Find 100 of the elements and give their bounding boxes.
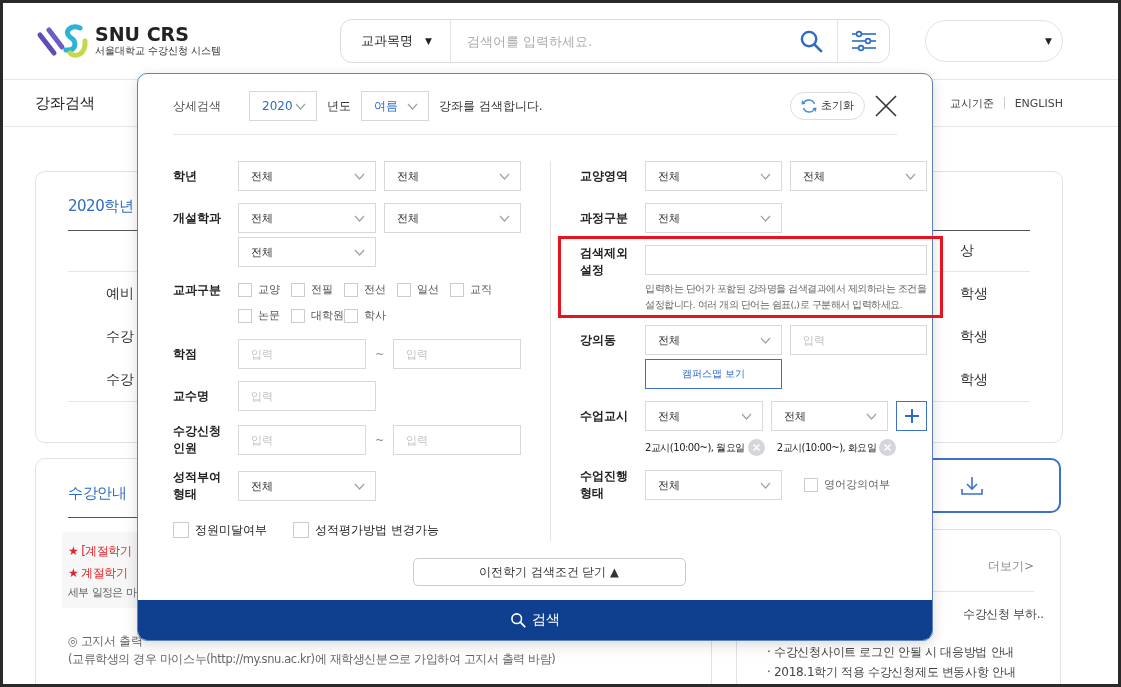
- select-dropdown[interactable]: 전체: [645, 161, 782, 191]
- input-field[interactable]: [645, 245, 927, 275]
- select-dropdown[interactable]: 전체: [770, 401, 888, 431]
- search-scope-dropdown[interactable]: 교과목명 ▼: [341, 20, 451, 62]
- field-label: 학년: [173, 167, 198, 185]
- notice-link[interactable]: · 2018.1학기 적용 수강신청제도 변동사항 안내: [767, 662, 1016, 682]
- chevron-icon: [740, 412, 752, 420]
- checkbox[interactable]: 성적평가방법 변경가능: [293, 519, 439, 541]
- nav-tab[interactable]: 강좌검색: [35, 93, 95, 113]
- range-separator: ~: [374, 347, 385, 361]
- notice-link[interactable]: · 수강신청사이트 로그인 안될 시 대응방법 안내: [767, 642, 1014, 662]
- select-dropdown[interactable]: 전체: [383, 161, 521, 191]
- chevron-icon: [353, 248, 365, 256]
- select-dropdown[interactable]: 전체: [645, 203, 782, 233]
- search-icon[interactable]: [799, 29, 823, 53]
- header-link[interactable]: ENGLISH: [1014, 96, 1063, 110]
- selected-period: 2교시(10:00~), 월요일: [645, 440, 745, 455]
- logo-icon: [35, 22, 89, 60]
- chevron-icon: [295, 102, 306, 110]
- chevron-icon: [407, 102, 418, 110]
- field-label: 교양영역: [580, 167, 629, 185]
- checkbox[interactable]: 전선: [344, 279, 397, 301]
- field-label: 수업진행 형태: [580, 468, 629, 502]
- download-icon: [961, 475, 983, 496]
- chevron-icon: [499, 172, 510, 180]
- checkbox[interactable]: 영어강의여부: [804, 474, 890, 496]
- checkbox[interactable]: 전필: [291, 279, 344, 301]
- logo-subtitle: 서울대학교 수강신청 시스템: [95, 44, 222, 59]
- notice-link[interactable]: 수강신청 부하..: [963, 604, 1044, 624]
- sliders-icon: [850, 30, 877, 52]
- select-dropdown[interactable]: 전체: [238, 471, 376, 501]
- collapse-button[interactable]: 이전학기 검색조건 닫기 ▲: [412, 558, 686, 586]
- field-label: 교수명: [173, 387, 210, 405]
- selected-period: 2교시(10:00~), 화요일: [776, 440, 877, 455]
- plus-icon: [904, 409, 919, 423]
- field-label: 교과구분: [173, 281, 222, 299]
- panel-title: 상세검색: [173, 97, 221, 115]
- search-sentence: 강좌를 검색합니다.: [439, 97, 543, 115]
- field-label: 수강신청 인원: [173, 423, 222, 457]
- chevron-icon: [760, 172, 771, 180]
- add-button[interactable]: [896, 401, 927, 431]
- field-label: 검색제외 설정: [580, 245, 629, 279]
- field-label: 학점: [173, 345, 198, 363]
- more-link[interactable]: 더보기>: [987, 559, 1034, 573]
- user-menu-dropdown[interactable]: ▼: [925, 20, 1063, 62]
- range-separator: ~: [374, 433, 385, 447]
- select-dropdown[interactable]: 전체: [645, 470, 782, 500]
- close-icon: [875, 95, 897, 117]
- logo-title: SNU CRS: [95, 23, 190, 45]
- close-button[interactable]: [875, 95, 897, 117]
- table-cell: 수강: [106, 327, 134, 346]
- search-field[interactable]: 검색어를 입력하세요.: [450, 20, 785, 62]
- alert-text: ★ 계절학기: [68, 565, 128, 582]
- select-dropdown[interactable]: 전체: [238, 203, 376, 233]
- notice-text: 세부 일정은 마: [68, 585, 138, 601]
- checkbox[interactable]: 교직: [450, 279, 503, 301]
- table-cell-text: 학생: [960, 370, 989, 389]
- chevron-icon: [353, 482, 365, 490]
- field-label: 성적부여 형태: [173, 469, 222, 503]
- table-cell-text: 학생: [960, 327, 989, 346]
- field-label: 강의동: [580, 331, 617, 349]
- checkbox[interactable]: 정원미달여부: [173, 519, 267, 541]
- field-label: 과정구분: [580, 209, 629, 227]
- table-cell-text: 학생: [960, 284, 989, 303]
- checkbox[interactable]: 논문: [238, 305, 291, 327]
- select-dropdown[interactable]: 전체: [645, 401, 763, 431]
- chevron-icon: [353, 214, 365, 222]
- select-dropdown[interactable]: 전체: [238, 237, 376, 267]
- card-title: 2020학년: [68, 197, 134, 215]
- field-label: 수업교시: [580, 407, 629, 425]
- search-bar[interactable]: 교과목명 ▼ 검색어를 입력하세요.: [340, 19, 890, 63]
- year-label: 년도: [327, 97, 351, 115]
- chevron-icon: [760, 214, 771, 222]
- checkbox[interactable]: 교양: [238, 279, 291, 301]
- chevron-icon: [760, 336, 771, 344]
- chevron-icon: [760, 481, 771, 489]
- select-dropdown[interactable]: 전체: [790, 161, 927, 191]
- search-icon[interactable]: [510, 612, 526, 628]
- card-title: 수강안내: [68, 484, 126, 502]
- checkbox[interactable]: 일선: [397, 279, 450, 301]
- chevron-icon: [905, 172, 916, 180]
- help-text: 입력하는 단어가 포함된 강좌명을 검색결과에서 제외하라는 조건을 설정합니다. 여러 개의 단어는 쉼표(,)로 구분해서 입력하세요.: [645, 282, 927, 312]
- notice-text: (교류학생의 경우 마이스누(http://my.snu.ac.kr)에 재학생신분으로 가입하여 고지서 출력 바람): [68, 651, 557, 668]
- table-cell: 수강: [106, 370, 134, 389]
- select-dropdown[interactable]: 전체: [383, 203, 521, 233]
- reset-button[interactable]: 초기화: [790, 92, 865, 120]
- select-dropdown[interactable]: 여름: [361, 91, 429, 121]
- chevron-icon: [499, 214, 510, 222]
- field-label: 개설학과: [173, 209, 222, 227]
- select-dropdown[interactable]: 2020: [249, 91, 317, 121]
- table-cell: 예비: [106, 284, 134, 303]
- campus-map-button[interactable]: 캠퍼스맵 보기: [645, 359, 782, 389]
- column-header: 상: [960, 242, 975, 260]
- refresh-icon: [801, 98, 817, 114]
- checkbox[interactable]: 대학원: [291, 305, 344, 327]
- chevron-icon: [866, 412, 877, 420]
- header-link[interactable]: 교시기준: [949, 95, 994, 111]
- checkbox[interactable]: 학사: [344, 305, 397, 327]
- select-dropdown[interactable]: 전체: [238, 161, 376, 191]
- select-dropdown[interactable]: 전체: [645, 325, 782, 355]
